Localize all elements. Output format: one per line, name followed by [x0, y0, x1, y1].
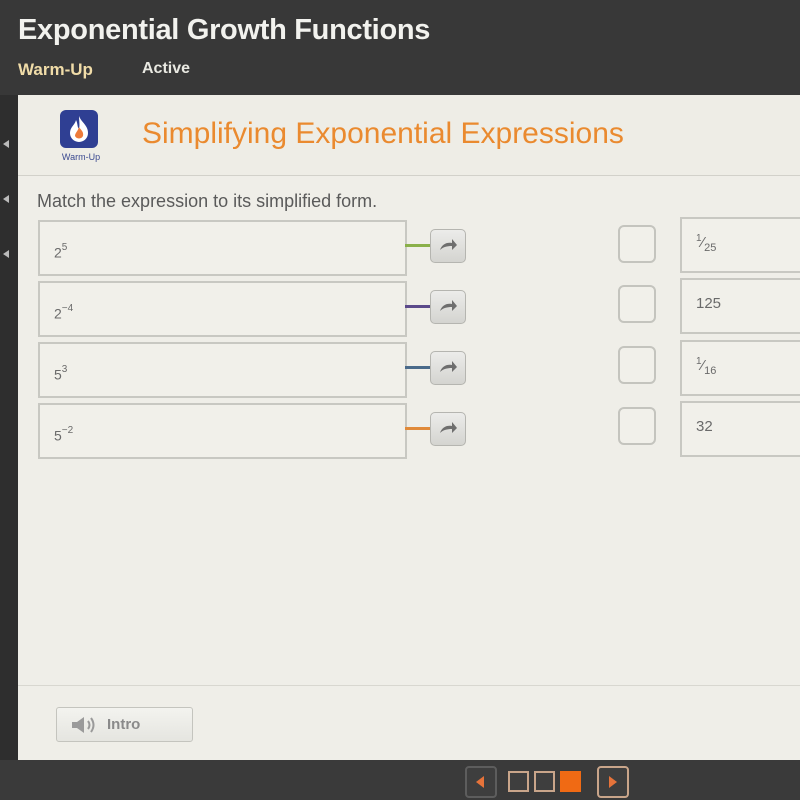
answer-item: 1⁄25: [680, 217, 800, 273]
answer-drop-target[interactable]: [618, 346, 656, 384]
expression-base: 5: [54, 366, 62, 383]
answer-value: 32: [696, 418, 713, 435]
answer-drop-target[interactable]: [618, 407, 656, 445]
activity-panel: Warm-Up Simplifying Exponential Expressi…: [18, 95, 800, 760]
expression-exponent: 5: [61, 242, 68, 253]
lesson-header: Warm-Up Simplifying Exponential Expressi…: [18, 95, 800, 176]
fraction-numerator: 1: [696, 356, 702, 367]
connector-line: [405, 305, 431, 308]
footer-divider: [18, 685, 800, 686]
expression-base: 5: [54, 427, 62, 444]
expression-exponent: 3: [61, 364, 68, 375]
expression-item[interactable]: 25: [38, 220, 407, 276]
side-rail: [0, 95, 18, 760]
fraction-denominator: 25: [704, 242, 717, 254]
curved-arrow-icon: [440, 300, 457, 311]
side-marker-icon: [3, 250, 9, 258]
match-arrow-button[interactable]: [430, 290, 466, 324]
match-arrow-button[interactable]: [430, 351, 466, 385]
previous-page-button[interactable]: [465, 766, 497, 798]
curved-arrow-icon: [440, 239, 457, 250]
match-arrow-button[interactable]: [430, 229, 466, 263]
expression-item[interactable]: 2−4: [38, 281, 407, 337]
page-indicator-3-current[interactable]: [560, 771, 581, 792]
fraction-numerator: 1: [696, 233, 702, 244]
side-marker-icon: [3, 140, 9, 148]
side-marker-icon: [3, 195, 9, 203]
answer-item: 32: [680, 401, 800, 457]
app-header: Exponential Growth Functions Warm-Up Act…: [0, 0, 800, 95]
answer-drop-target[interactable]: [618, 285, 656, 323]
match-arrow-button[interactable]: [430, 412, 466, 446]
connector-line: [405, 366, 431, 369]
page-indicator-2[interactable]: [534, 771, 555, 792]
expression-item[interactable]: 5−2: [38, 403, 407, 459]
warm-up-badge-label: Warm-Up: [61, 152, 101, 162]
lesson-title: Simplifying Exponential Expressions: [142, 117, 624, 150]
fraction-denominator: 16: [704, 365, 717, 377]
page-title: Exponential Growth Functions: [18, 14, 431, 46]
status-active: Active: [142, 60, 191, 77]
expression-base: 2: [54, 244, 62, 261]
answer-item: 1⁄16: [680, 340, 800, 396]
next-page-button[interactable]: [597, 766, 629, 798]
answer-item: 125: [680, 278, 800, 334]
page-indicator-1[interactable]: [508, 771, 529, 792]
connector-line: [405, 244, 431, 247]
instruction-text: Match the expression to its simplified f…: [37, 191, 378, 211]
speaker-icon: [72, 717, 95, 733]
connector-line: [405, 427, 431, 430]
expression-exponent: −4: [61, 303, 74, 314]
expression-item[interactable]: 53: [38, 342, 407, 398]
intro-label: Intro: [107, 716, 141, 733]
answer-drop-target[interactable]: [618, 225, 656, 263]
intro-audio-button[interactable]: Intro: [56, 707, 193, 742]
curved-arrow-icon: [440, 422, 457, 433]
flame-icon: [60, 110, 98, 148]
curved-arrow-icon: [440, 361, 457, 372]
expression-base: 2: [54, 305, 62, 322]
answer-value: 125: [696, 295, 722, 312]
expression-exponent: −2: [61, 425, 74, 436]
tab-warm-up[interactable]: Warm-Up: [18, 60, 93, 80]
